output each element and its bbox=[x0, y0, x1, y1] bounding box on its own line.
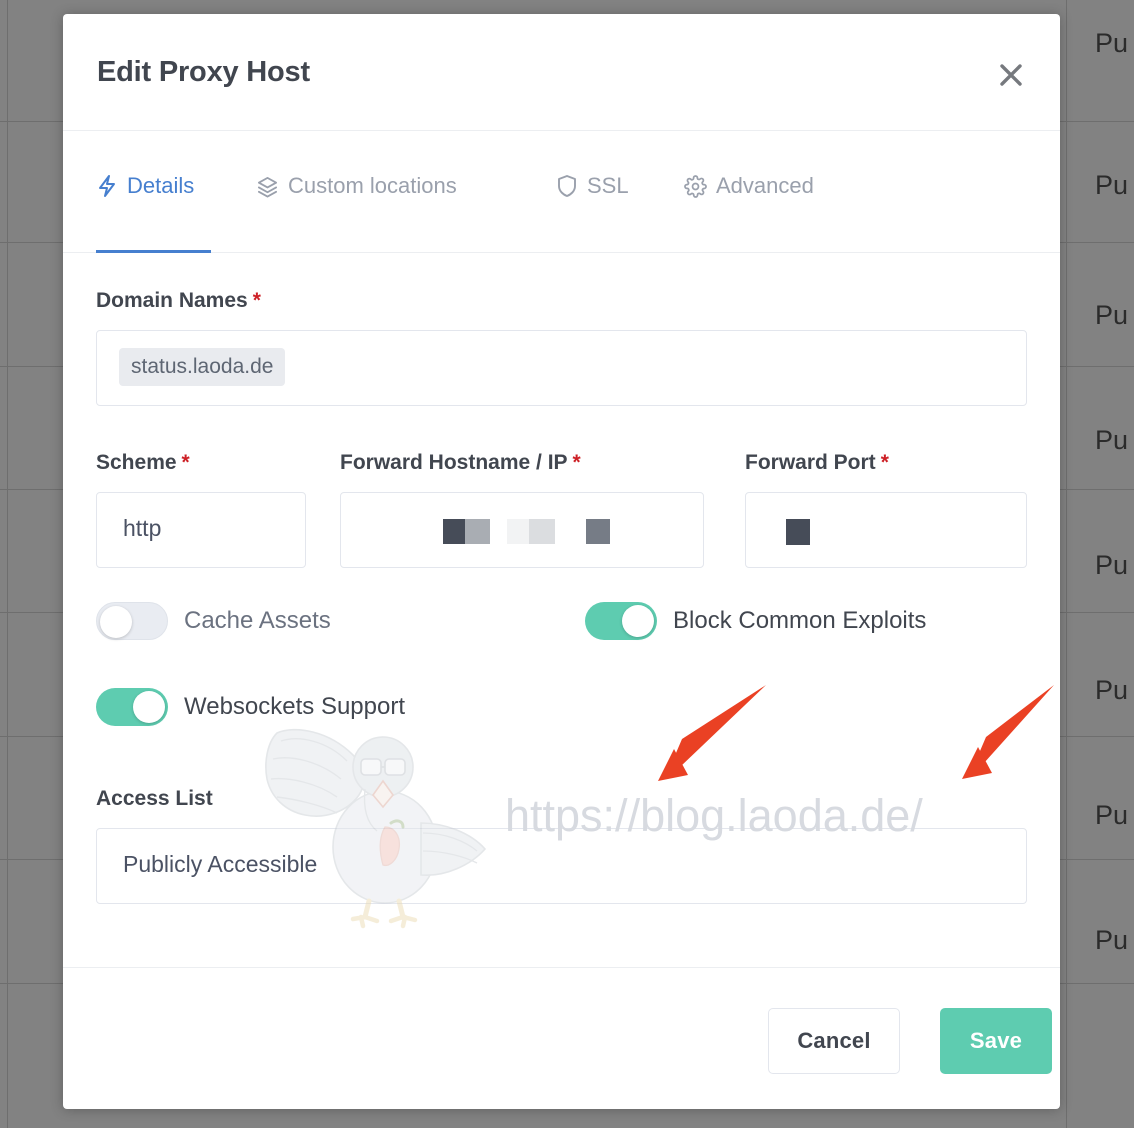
backdrop-row-label: Pu bbox=[1094, 550, 1128, 580]
tab-label: Details bbox=[127, 173, 195, 198]
required-asterisk: * bbox=[252, 289, 261, 312]
tab-label: Advanced bbox=[716, 173, 814, 198]
forward-port-input[interactable] bbox=[745, 492, 1027, 568]
backdrop-row-label: Pu bbox=[1094, 28, 1128, 58]
modal-body: Domain Names * status.laoda.de Scheme * ht… bbox=[63, 253, 1060, 967]
redaction-block bbox=[507, 519, 555, 544]
tab-label: Custom locations bbox=[288, 173, 457, 198]
toggle-websockets-support[interactable]: Websockets Support bbox=[96, 688, 405, 726]
gear-icon bbox=[684, 174, 707, 198]
required-asterisk: * bbox=[880, 451, 889, 474]
toggle-switch[interactable] bbox=[96, 602, 168, 640]
toggle-label: Block Common Exploits bbox=[673, 607, 927, 634]
lightning-bolt-icon bbox=[96, 174, 118, 198]
forward-hostname-input[interactable] bbox=[340, 492, 704, 568]
redaction-block bbox=[786, 519, 810, 545]
toggle-knob bbox=[100, 606, 132, 638]
toggle-block-common-exploits[interactable]: Block Common Exploits bbox=[585, 602, 926, 640]
domain-name-tag[interactable]: status.laoda.de bbox=[119, 348, 286, 386]
modal-tabs: Details Custom locations SSL Advanced bbox=[63, 131, 1060, 253]
forward-hostname-label: Forward Hostname / IP * bbox=[340, 451, 581, 474]
redaction-block bbox=[586, 519, 610, 544]
tab-label: SSL bbox=[587, 173, 629, 198]
arrow-forward-port bbox=[962, 685, 1054, 779]
access-list-label: Access List bbox=[96, 787, 213, 810]
backdrop-row-label: Pu bbox=[1094, 925, 1128, 955]
page-title: Edit Proxy Host bbox=[97, 56, 310, 88]
arrow-forward-hostname bbox=[658, 685, 766, 781]
save-button[interactable]: Save bbox=[940, 1008, 1052, 1074]
toggle-label: Websockets Support bbox=[184, 693, 406, 720]
backdrop-row-label: Pu bbox=[1094, 170, 1128, 200]
domain-names-label: Domain Names * bbox=[96, 289, 261, 312]
edit-proxy-host-modal: Edit Proxy Host Details Custom locations… bbox=[63, 14, 1060, 1109]
layers-icon bbox=[256, 175, 279, 198]
toggle-knob bbox=[133, 691, 165, 723]
required-asterisk: * bbox=[181, 451, 190, 474]
forward-port-label: Forward Port * bbox=[745, 451, 889, 474]
toggle-knob bbox=[622, 605, 654, 637]
scheme-label: Scheme * bbox=[96, 451, 190, 474]
scheme-value: http bbox=[123, 515, 162, 541]
domain-names-input[interactable]: status.laoda.de bbox=[96, 330, 1027, 406]
access-list-select[interactable]: Publicly Accessible bbox=[96, 828, 1027, 904]
cancel-button[interactable]: Cancel bbox=[768, 1008, 900, 1074]
access-list-value: Publicly Accessible bbox=[123, 851, 318, 877]
modal-footer: Cancel Save bbox=[63, 967, 1060, 1108]
backdrop-row-label: Pu bbox=[1094, 800, 1128, 830]
scheme-select[interactable]: http bbox=[96, 492, 306, 568]
backdrop-row-label: Pu bbox=[1094, 425, 1128, 455]
tab-advanced[interactable]: Advanced bbox=[684, 173, 814, 199]
toggle-switch[interactable] bbox=[96, 688, 168, 726]
tab-ssl[interactable]: SSL bbox=[556, 173, 629, 199]
backdrop-row-label: Pu bbox=[1094, 675, 1128, 705]
toggle-switch[interactable] bbox=[585, 602, 657, 640]
shield-icon bbox=[556, 174, 578, 198]
toggle-cache-assets[interactable]: Cache Assets bbox=[96, 602, 331, 640]
modal-header: Edit Proxy Host bbox=[63, 14, 1060, 131]
redaction-block bbox=[443, 519, 490, 544]
tab-details[interactable]: Details bbox=[96, 173, 194, 199]
close-icon[interactable] bbox=[994, 58, 1028, 92]
tab-custom-locations[interactable]: Custom locations bbox=[256, 173, 457, 199]
toggle-label: Cache Assets bbox=[184, 607, 331, 634]
required-asterisk: * bbox=[572, 451, 581, 474]
backdrop-row-label: Pu bbox=[1094, 300, 1128, 330]
